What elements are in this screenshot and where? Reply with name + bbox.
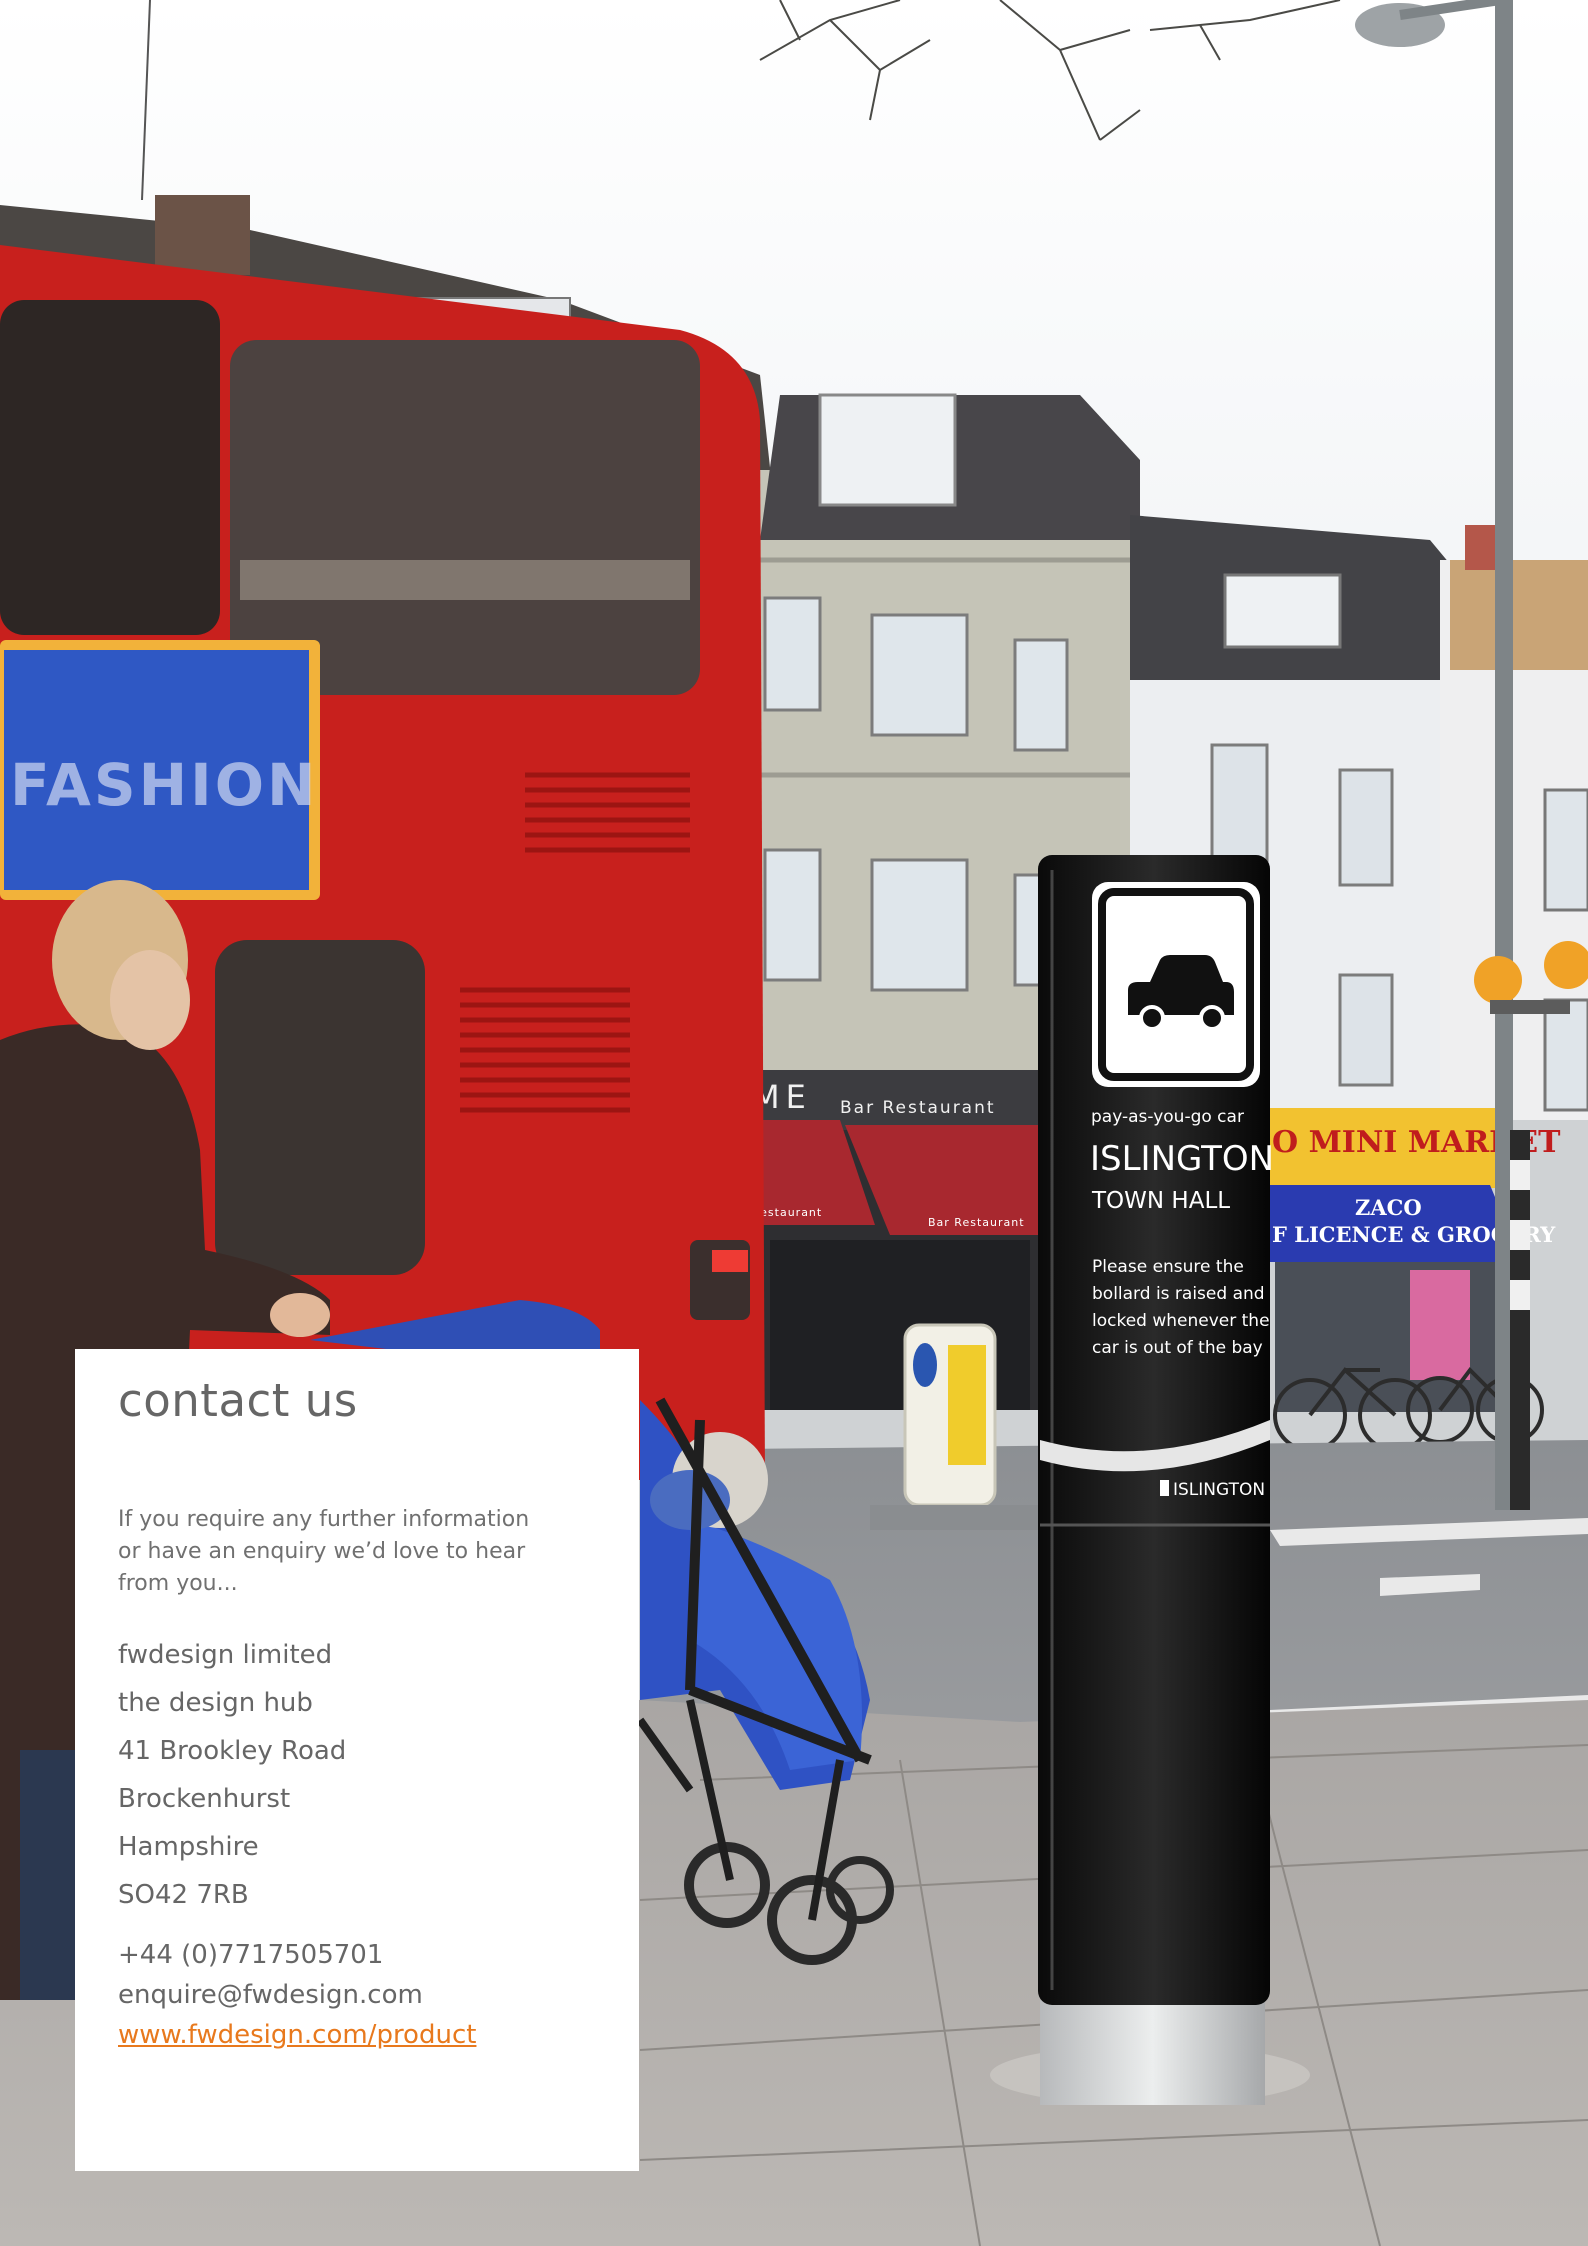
bollard-notice-line: Please ensure the: [1092, 1257, 1244, 1277]
bollard-title: ISLINGTON: [1090, 1139, 1274, 1179]
contact-details: +44 (0)7717505701 enquire@fwdesign.com w…: [118, 1935, 476, 2055]
bollard-notice-line: bollard is raised and: [1092, 1284, 1265, 1304]
bollard-brand: ISLINGTON: [1173, 1480, 1265, 1500]
email-address: enquire@fwdesign.com: [118, 1980, 423, 2010]
address-block: fwdesign limited the design hub 41 Brook…: [118, 1631, 346, 1919]
crest-icon: [1160, 1480, 1169, 1496]
bollard-notice-line: locked whenever the: [1092, 1311, 1270, 1331]
chimney: [155, 195, 250, 275]
grocery-name: ZACO: [1355, 1195, 1422, 1220]
contact-intro: If you require any further information o…: [118, 1507, 530, 1596]
address-line: Hampshire: [118, 1832, 259, 1862]
bollard-subtitle: pay-as-you-go car: [1091, 1107, 1244, 1127]
address-line: Brockenhurst: [118, 1784, 291, 1814]
dormer-beige: [818, 393, 957, 507]
bollard-notice-line: car is out of the bay: [1092, 1338, 1263, 1358]
address-line: SO42 7RB: [118, 1880, 249, 1910]
contact-title: contact us: [118, 1374, 358, 1427]
phone-number: +44 (0)7717505701: [118, 1940, 384, 1970]
car-bollard: pay-as-you-go car ISLINGTON TOWN HALL Pl…: [990, 855, 1310, 2105]
restaurant-subsign: Bar Restaurant: [840, 1098, 996, 1118]
address-line: fwdesign limited: [118, 1640, 333, 1670]
awning-right-text: Bar Restaurant: [928, 1216, 1025, 1229]
dormer-white: [1223, 573, 1342, 649]
contact-card: contact us If you require any further in…: [75, 1349, 639, 2171]
bus-advert: FASHION: [10, 751, 319, 819]
brick-upper: [1450, 560, 1588, 670]
address-line: the design hub: [118, 1688, 313, 1718]
website-link[interactable]: www.fwdesign.com/product: [118, 2015, 476, 2055]
bollard-subtitle2: TOWN HALL: [1091, 1188, 1230, 1214]
address-line: 41 Brookley Road: [118, 1736, 347, 1766]
